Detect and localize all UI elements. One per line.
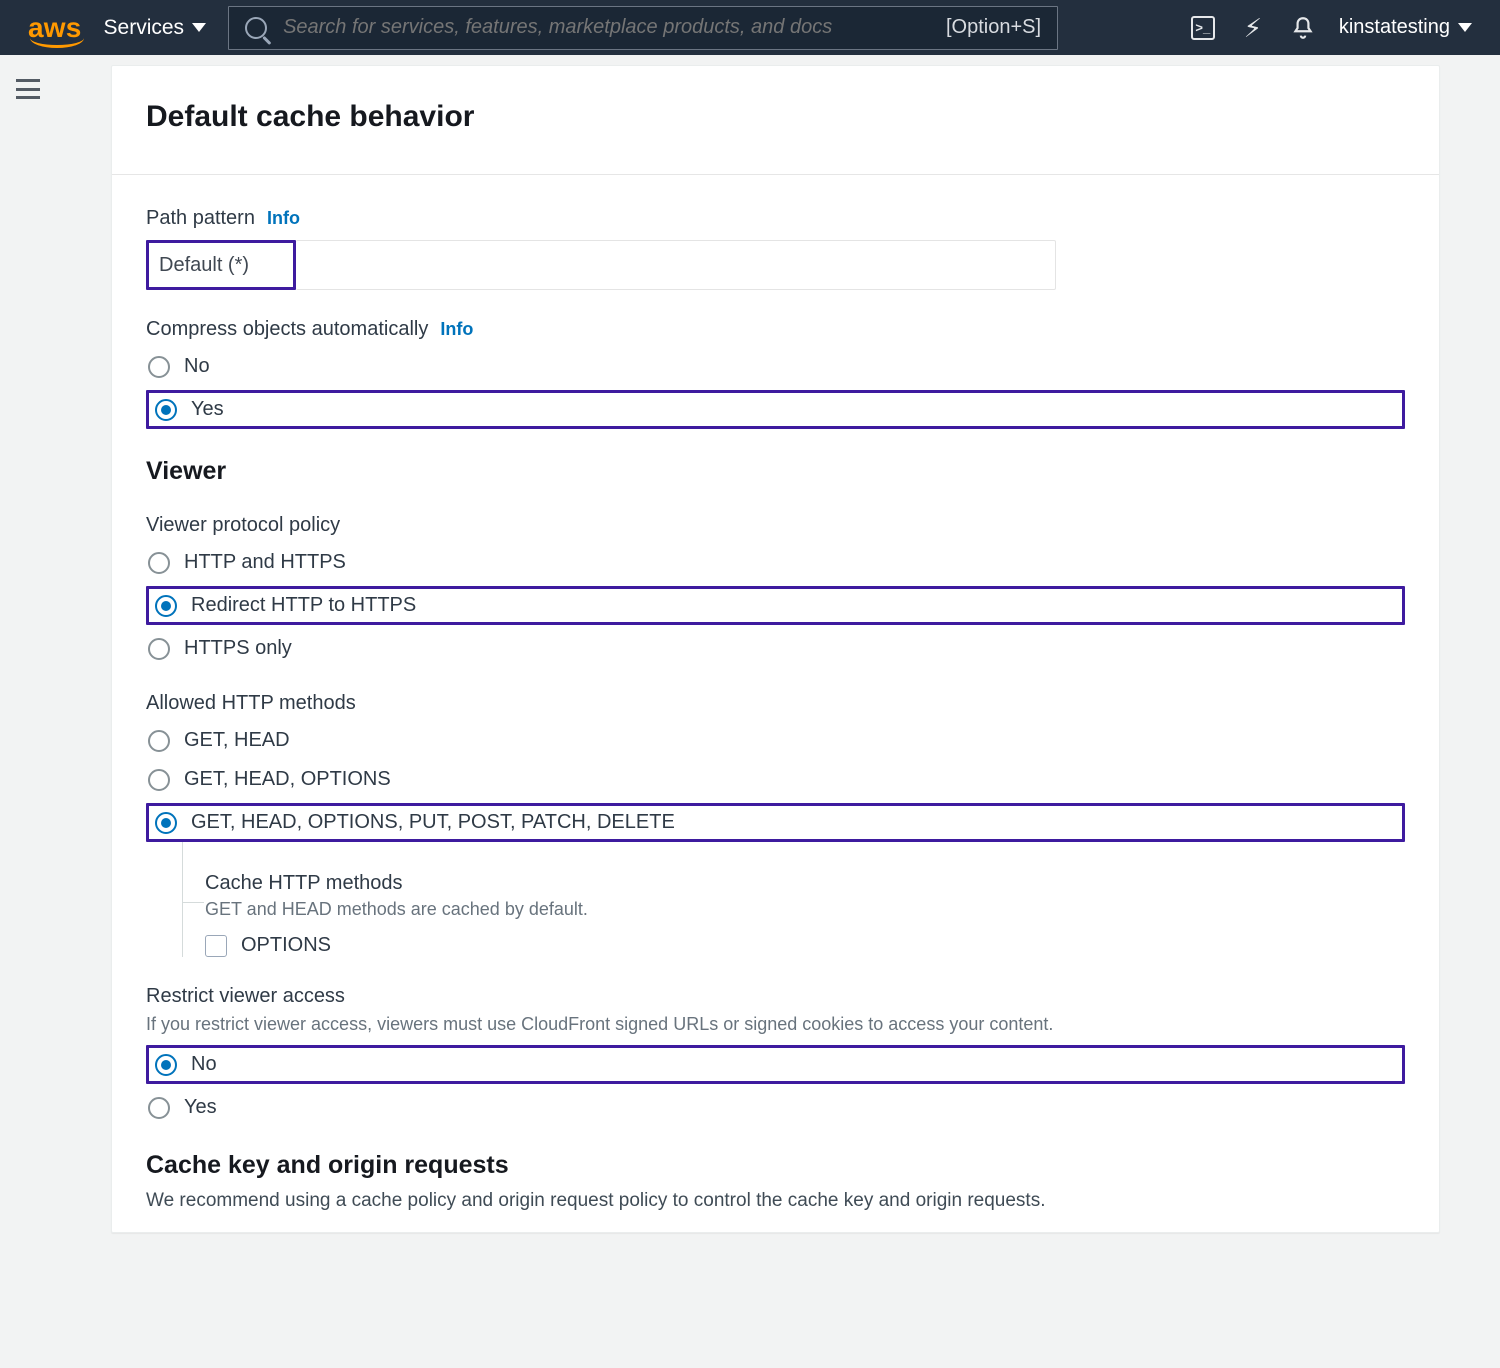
viewer-protocol-field: Viewer protocol policy HTTP and HTTPS Re… <box>146 514 1405 664</box>
viewer-heading: Viewer <box>146 457 1405 486</box>
compress-info-link[interactable]: Info <box>440 319 473 340</box>
radio-label: Yes <box>191 398 224 421</box>
radio-label: HTTPS only <box>184 637 292 660</box>
services-menu[interactable]: Services <box>104 16 207 40</box>
cloudshell-icon: >_ <box>1191 16 1215 40</box>
allowed-methods-label: Allowed HTTP methods <box>146 692 356 715</box>
radio-label: GET, HEAD <box>184 729 290 752</box>
highlight-box: No <box>146 1045 1405 1084</box>
highlight-box: Redirect HTTP to HTTPS <box>146 586 1405 625</box>
bell-icon <box>1290 15 1316 41</box>
cache-methods-hint: GET and HEAD methods are cached by defau… <box>205 899 1405 920</box>
compress-field: Compress objects automatically Info No Y… <box>146 318 1405 429</box>
search-shortcut: [Option+S] <box>946 16 1041 39</box>
restrict-access-field: Restrict viewer access If you restrict v… <box>146 985 1405 1123</box>
hamburger-icon <box>16 79 40 82</box>
cache-key-desc: We recommend using a cache policy and or… <box>146 1190 1405 1212</box>
methods-all[interactable]: GET, HEAD, OPTIONS, PUT, POST, PATCH, DE… <box>153 807 677 838</box>
cache-methods-block: Cache HTTP methods GET and HEAD methods … <box>182 842 1405 957</box>
highlight-box <box>146 240 296 290</box>
radio-label: No <box>184 355 210 378</box>
bell-icon: ⚡︎ <box>1244 15 1262 41</box>
notifications-bell[interactable] <box>1289 14 1317 42</box>
protocol-redirect[interactable]: Redirect HTTP to HTTPS <box>153 590 418 621</box>
chevron-down-icon <box>1458 23 1472 32</box>
cloudshell-button[interactable]: >_ <box>1189 14 1217 42</box>
path-pattern-input[interactable] <box>149 243 293 287</box>
highlight-box: Yes <box>146 390 1405 429</box>
checkbox-icon <box>205 935 227 957</box>
allowed-methods-field: Allowed HTTP methods GET, HEAD GET, HEAD… <box>146 692 1405 957</box>
search-icon <box>245 17 267 39</box>
top-nav: aws Services [Option+S] >_ ⚡︎ kinstatest… <box>0 0 1500 55</box>
radio-label: Yes <box>184 1096 217 1119</box>
protocol-https-only[interactable]: HTTPS only <box>146 633 1405 664</box>
methods-get-head-options[interactable]: GET, HEAD, OPTIONS <box>146 764 1405 795</box>
compress-label: Compress objects automatically <box>146 318 428 341</box>
radio-label: GET, HEAD, OPTIONS <box>184 768 391 791</box>
services-label: Services <box>104 16 185 40</box>
compress-option-no[interactable]: No <box>146 351 1405 382</box>
radio-label: GET, HEAD, OPTIONS, PUT, POST, PATCH, DE… <box>191 811 675 834</box>
restrict-label: Restrict viewer access <box>146 985 345 1008</box>
highlight-box: GET, HEAD, OPTIONS, PUT, POST, PATCH, DE… <box>146 803 1405 842</box>
cache-behavior-panel: Default cache behavior Path pattern Info <box>111 65 1440 1233</box>
global-search[interactable]: [Option+S] <box>228 6 1058 50</box>
account-menu[interactable]: kinstatesting <box>1339 16 1472 39</box>
protocol-http-and-https[interactable]: HTTP and HTTPS <box>146 547 1405 578</box>
methods-get-head[interactable]: GET, HEAD <box>146 725 1405 756</box>
path-pattern-label: Path pattern <box>146 207 255 230</box>
viewer-protocol-label: Viewer protocol policy <box>146 514 340 537</box>
path-pattern-info-link[interactable]: Info <box>267 208 300 229</box>
radio-label: HTTP and HTTPS <box>184 551 346 574</box>
cache-methods-options-checkbox[interactable]: OPTIONS <box>205 934 1405 957</box>
aws-logo[interactable]: aws <box>28 14 82 42</box>
restrict-yes[interactable]: Yes <box>146 1092 1405 1123</box>
panel-title: Default cache behavior <box>146 100 1405 134</box>
checkbox-label: OPTIONS <box>241 934 331 957</box>
sidebar-toggle[interactable] <box>16 79 40 99</box>
notifications-button[interactable]: ⚡︎ <box>1239 14 1267 42</box>
compress-option-yes[interactable]: Yes <box>153 394 226 425</box>
cache-methods-label: Cache HTTP methods <box>205 872 1405 895</box>
path-pattern-input-rest[interactable] <box>296 240 1056 290</box>
left-gutter <box>0 55 55 1368</box>
chevron-down-icon <box>192 23 206 32</box>
radio-label: No <box>191 1053 217 1076</box>
path-pattern-field: Path pattern Info <box>146 207 1405 290</box>
cache-key-heading: Cache key and origin requests <box>146 1151 1405 1180</box>
search-input[interactable] <box>283 16 930 39</box>
account-label: kinstatesting <box>1339 16 1450 39</box>
restrict-no[interactable]: No <box>153 1049 219 1080</box>
restrict-hint: If you restrict viewer access, viewers m… <box>146 1014 1053 1035</box>
radio-label: Redirect HTTP to HTTPS <box>191 594 416 617</box>
